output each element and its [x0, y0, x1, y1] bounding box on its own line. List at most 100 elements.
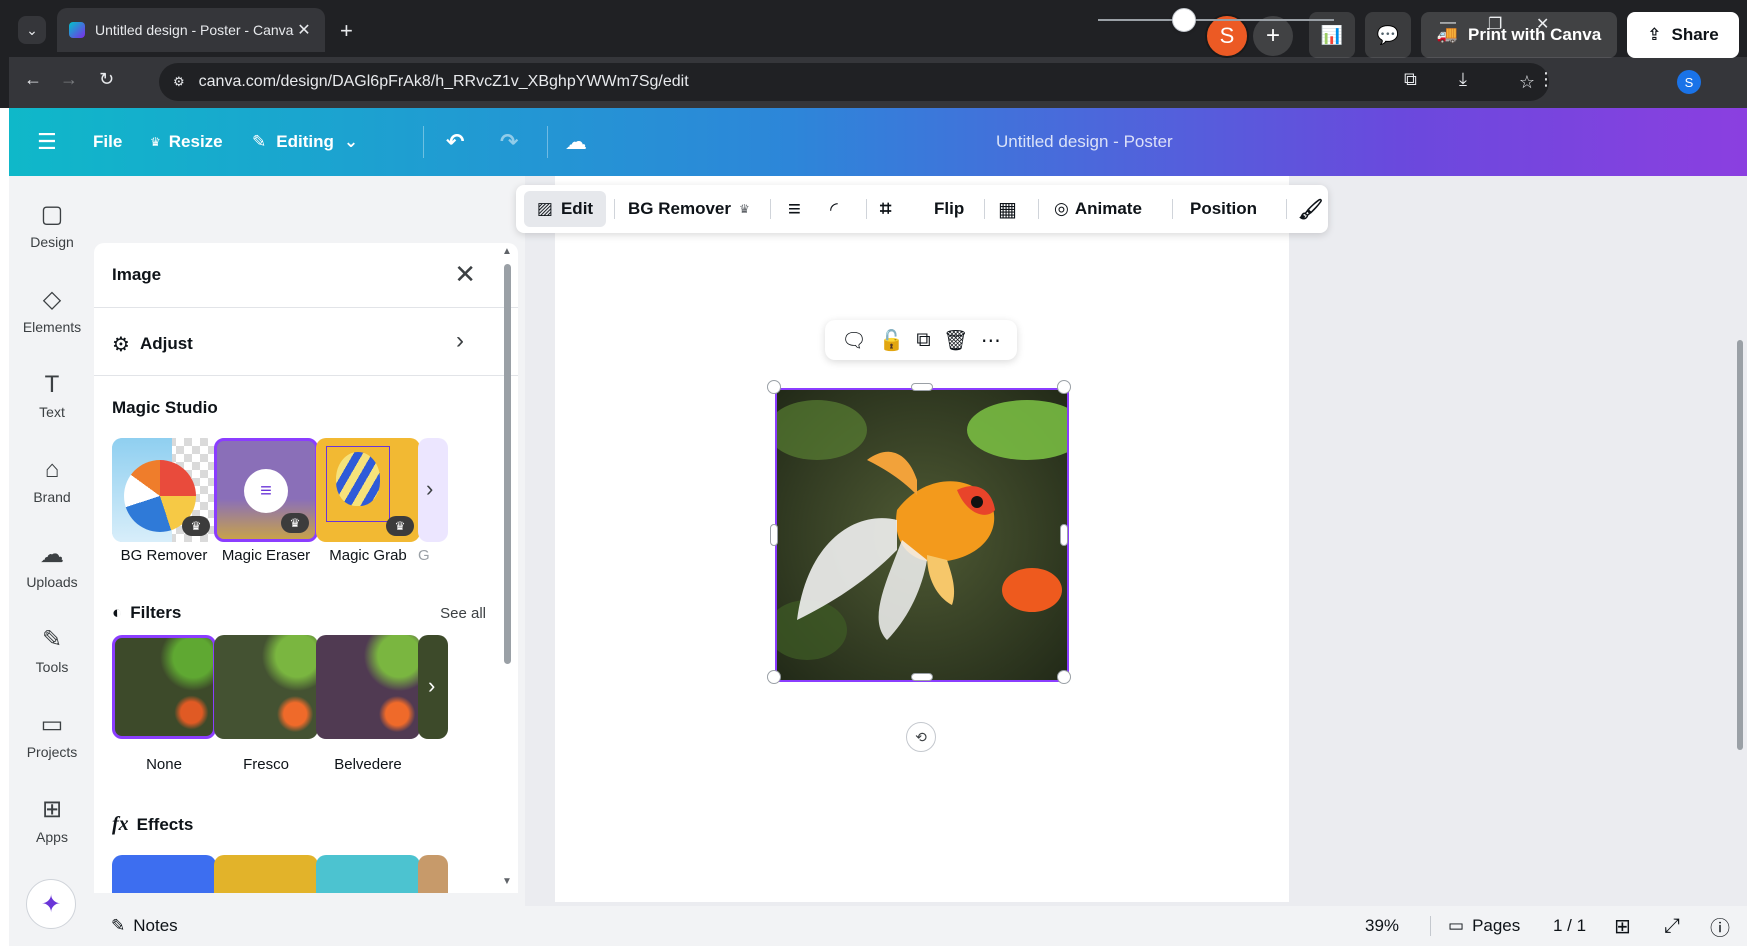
copy-style-paint-roller-icon[interactable]: 🖌 [1298, 185, 1323, 233]
adjust-row[interactable]: ⚙ Adjust [112, 329, 462, 359]
comments-icon[interactable]: 💬 [1365, 12, 1411, 58]
filter-fresco-thumb[interactable] [214, 635, 318, 739]
share-button[interactable]: ⇪ Share [1627, 12, 1739, 58]
invite-button[interactable]: + [1253, 16, 1293, 56]
bg-remover-thumb[interactable]: ♛ [112, 438, 216, 542]
tab-close-icon[interactable]: ✕ [295, 20, 313, 40]
download-icon[interactable]: ⤓ [1459, 69, 1467, 90]
editing-mode-dropdown[interactable]: ✎ Editing ⌄ [252, 108, 358, 176]
panel-scrollbar[interactable] [504, 264, 511, 664]
grid-view-icon[interactable]: ⊞ [1614, 906, 1631, 946]
rail-item-text[interactable]: T Text [9, 370, 95, 420]
comment-add-icon[interactable]: 🗨 [841, 328, 866, 353]
resize-handle-bottom-left[interactable] [767, 670, 781, 684]
browser-menu-icon[interactable]: ⋮ [1537, 69, 1555, 90]
toolbar-divider [866, 199, 867, 219]
scroll-down-icon[interactable]: ▼ [502, 876, 512, 887]
resize-handle-top-left[interactable] [767, 380, 781, 394]
browser-tab[interactable]: Untitled design - Poster - Canva ✕ [57, 8, 325, 52]
file-menu[interactable]: File [93, 108, 122, 176]
extensions-icon[interactable]: ⧉ [1404, 69, 1417, 90]
address-bar-row: ← → ↻ ⚙ canva.com/design/DAGl6pFrAk8/h_R… [9, 57, 1747, 108]
animate-button[interactable]: ◎ Animate [1054, 185, 1142, 233]
edit-image-button[interactable]: ▨ Edit [524, 191, 606, 227]
see-all-link[interactable]: See all [440, 605, 486, 622]
notes-button[interactable]: ✎ Notes [111, 906, 178, 946]
omnibox[interactable]: ⚙ canva.com/design/DAGl6pFrAk8/h_RRvcZ1v… [159, 63, 1549, 101]
resize-button[interactable]: ♛ Resize [150, 108, 223, 176]
resize-label: Resize [168, 132, 223, 151]
rail-item-brand[interactable]: ⌂ Brand [9, 455, 95, 505]
cloud-saved-icon[interactable]: ☁ [565, 108, 587, 176]
new-tab-button[interactable]: + [340, 18, 353, 44]
resize-handle-right[interactable] [1060, 524, 1068, 546]
resize-handle-bottom[interactable] [911, 673, 933, 681]
redo-icon[interactable]: ↷ [500, 108, 518, 176]
effect-thumb[interactable] [214, 855, 318, 893]
rail-label: Uploads [26, 574, 78, 590]
forward-icon[interactable]: → [60, 69, 78, 90]
corner-rounding-icon[interactable]: ◜ [830, 185, 838, 233]
resize-handle-top[interactable] [911, 383, 933, 391]
position-button[interactable]: Position [1190, 185, 1257, 233]
border-style-icon[interactable]: ≡ [788, 185, 801, 233]
zoom-percentage[interactable]: 39% [1365, 906, 1399, 946]
rail-item-elements[interactable]: ◇ Elements [9, 285, 95, 335]
bookmark-star-icon[interactable]: ☆ [1519, 72, 1535, 93]
resize-handle-bottom-right[interactable] [1057, 670, 1071, 684]
effect-thumb[interactable] [418, 855, 448, 893]
trash-icon[interactable]: 🗑 [943, 328, 968, 353]
more-icon[interactable]: ⋯ [981, 328, 1001, 353]
rail-label: Design [30, 234, 74, 250]
page-count[interactable]: 1 / 1 [1553, 906, 1586, 946]
more-magic-thumb[interactable]: › [418, 438, 448, 542]
animate-label: Animate [1074, 199, 1142, 218]
help-icon[interactable]: ⓘ [1710, 906, 1730, 946]
undo-icon[interactable]: ↶ [446, 108, 464, 176]
resize-handle-left[interactable] [770, 524, 778, 546]
tab-search-button[interactable]: ⌄ [18, 16, 46, 44]
zoom-slider-knob[interactable] [1172, 8, 1196, 32]
chevron-right-icon[interactable]: › [456, 327, 464, 355]
resize-handle-top-right[interactable] [1057, 380, 1071, 394]
rail-item-tools[interactable]: ✎ Tools [9, 625, 95, 675]
flip-button[interactable]: Flip [934, 185, 964, 233]
lock-icon[interactable]: 🔓 [879, 328, 904, 353]
crop-icon[interactable]: ⌗ [880, 185, 891, 233]
effect-thumb[interactable] [112, 855, 216, 893]
transparency-icon[interactable]: ▦ [998, 185, 1017, 233]
document-title[interactable]: Untitled design - Poster [996, 108, 1173, 176]
rail-item-design[interactable]: ▢ Design [9, 200, 95, 250]
main-menu-icon[interactable]: ☰ [37, 108, 57, 176]
filter-none-thumb[interactable] [112, 635, 216, 739]
close-icon[interactable]: ✕ [454, 259, 476, 290]
selected-image[interactable] [775, 388, 1069, 682]
back-icon[interactable]: ← [24, 69, 42, 90]
image-context-toolbar: ▨ Edit BG Remover ♛ ≡ ◜ ⌗ Flip ▦ ◎ Anima… [516, 185, 1328, 233]
rail-item-projects[interactable]: ▭ Projects [9, 710, 95, 760]
duplicate-icon[interactable]: ⧉ [916, 329, 930, 352]
share-label: Share [1671, 25, 1719, 44]
pages-button[interactable]: ▭ Pages [1448, 906, 1520, 946]
reload-icon[interactable]: ↻ [99, 69, 114, 90]
bg-remover-button[interactable]: BG Remover ♛ [628, 185, 750, 233]
rail-item-uploads[interactable]: ☁ Uploads [9, 540, 95, 590]
rotate-icon[interactable]: ⟲ [906, 722, 936, 752]
magic-eraser-thumb[interactable]: ≡ ♛ [214, 438, 318, 542]
profile-avatar[interactable]: S [1677, 70, 1701, 94]
header-divider [423, 126, 424, 158]
magic-grab-thumb[interactable]: ♛ [316, 438, 420, 542]
filter-belvedere-thumb[interactable] [316, 635, 420, 739]
more-filters-thumb[interactable]: › [418, 635, 448, 739]
workspace-scrollbar[interactable] [1737, 340, 1743, 750]
fullscreen-icon[interactable]: ⤢ [1664, 906, 1680, 946]
rail-item-apps[interactable]: ⊞ Apps [9, 795, 95, 845]
print-with-canva-button[interactable]: 🚚 Print with Canva [1421, 12, 1617, 58]
magic-assistant-sparkle-icon[interactable]: ✦ [26, 879, 76, 929]
effect-thumb[interactable] [316, 855, 420, 893]
tools-icon: ✎ [41, 626, 63, 653]
scroll-up-icon[interactable]: ▲ [502, 246, 512, 257]
site-info-icon[interactable]: ⚙ [173, 74, 185, 90]
zoom-slider-track[interactable] [1098, 19, 1334, 21]
panel-title: Image [112, 265, 162, 284]
